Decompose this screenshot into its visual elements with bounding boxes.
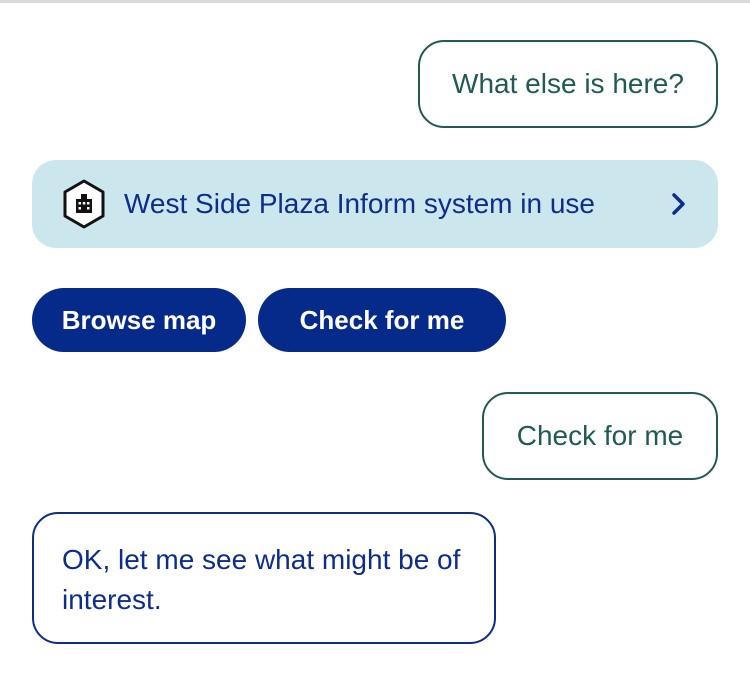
user-message-bubble: What else is here? — [418, 40, 718, 128]
browse-map-button[interactable]: Browse map — [32, 288, 246, 352]
user-message-bubble: Check for me — [482, 392, 718, 480]
check-for-me-label: Check for me — [299, 304, 465, 335]
location-card-label: West Side Plaza Inform system in use — [124, 188, 595, 219]
check-for-me-button[interactable]: Check for me — [258, 288, 506, 352]
building-hexagon-icon — [63, 179, 105, 229]
bot-message-bubble: OK, let me see what might be of interest… — [32, 512, 496, 644]
browse-map-label: Browse map — [61, 304, 217, 335]
bot-message-text: OK, let me see what might be of interest… — [62, 544, 461, 615]
location-card[interactable]: West Side Plaza Inform system in use — [32, 160, 718, 248]
top-divider — [0, 0, 750, 3]
user-message-text: What else is here? — [452, 68, 684, 99]
user-message-text: Check for me — [516, 420, 684, 451]
chevron-right-icon — [672, 193, 685, 215]
